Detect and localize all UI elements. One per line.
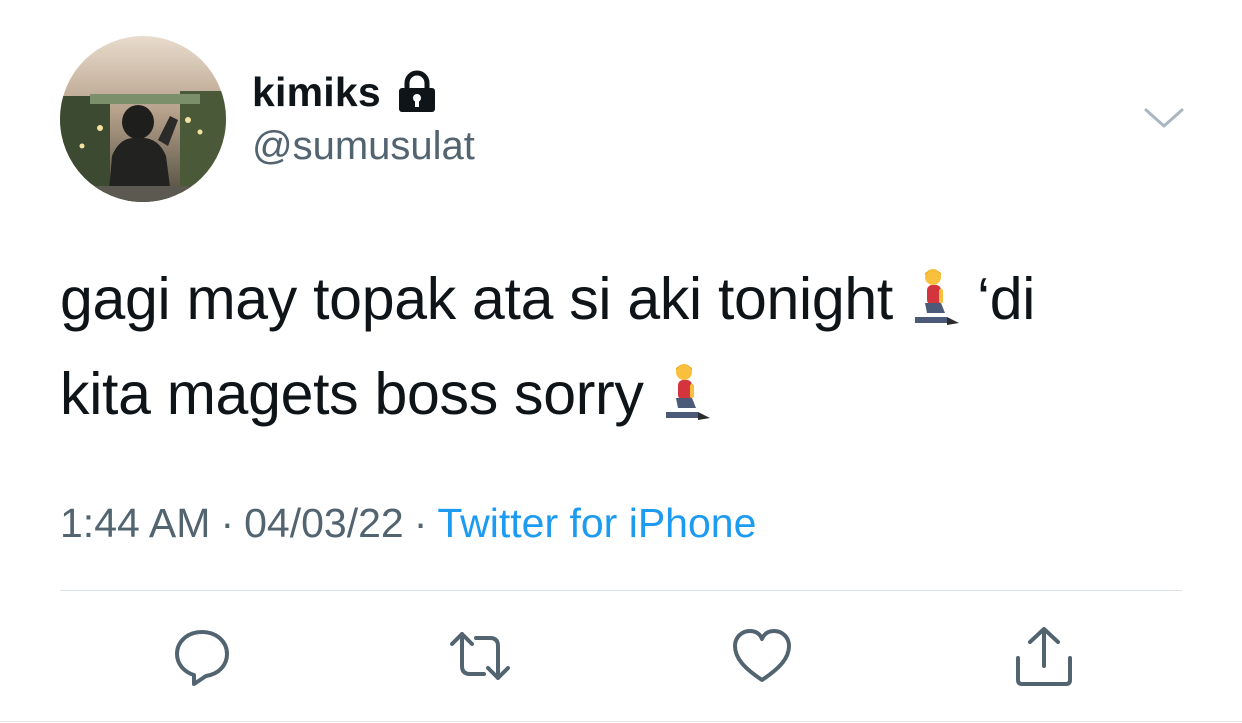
person-kneeling-emoji <box>658 357 714 420</box>
chevron-down-icon[interactable] <box>1142 98 1186 142</box>
tweet-source-link[interactable]: Twitter for iPhone <box>437 500 756 546</box>
tweet-text-line2: kita magets boss sorry <box>60 361 644 427</box>
meta-separator: · <box>413 500 428 546</box>
divider <box>60 590 1182 591</box>
tweet-text-line1: gagi may topak ata si aki tonight <box>60 266 893 332</box>
tweet-meta: 1:44 AM · 04/03/22 · Twitter for iPhone <box>60 500 756 547</box>
tweet-date[interactable]: 04/03/22 <box>244 500 404 546</box>
lock-icon <box>395 70 439 114</box>
user-handle[interactable]: @sumusulat <box>252 124 475 169</box>
retweet-icon[interactable] <box>448 624 512 688</box>
tweet-time[interactable]: 1:44 AM <box>60 500 210 546</box>
meta-separator: · <box>220 500 235 546</box>
heart-icon[interactable] <box>730 624 794 688</box>
tweet-text-continuation: ‘di <box>976 266 1036 332</box>
user-name-row: kimiks <box>252 68 439 116</box>
tweet-card: kimiks @sumusulat gagi may topak ata si … <box>0 0 1242 723</box>
avatar[interactable] <box>60 36 226 202</box>
tweet-text: gagi may topak ata si aki tonight ‘di kit… <box>60 252 1200 442</box>
bottom-border <box>0 721 1242 722</box>
share-icon[interactable] <box>1012 624 1076 688</box>
avatar-photo <box>60 36 226 202</box>
display-name[interactable]: kimiks <box>252 69 381 116</box>
person-kneeling-emoji <box>907 262 963 325</box>
reply-icon[interactable] <box>170 624 234 688</box>
